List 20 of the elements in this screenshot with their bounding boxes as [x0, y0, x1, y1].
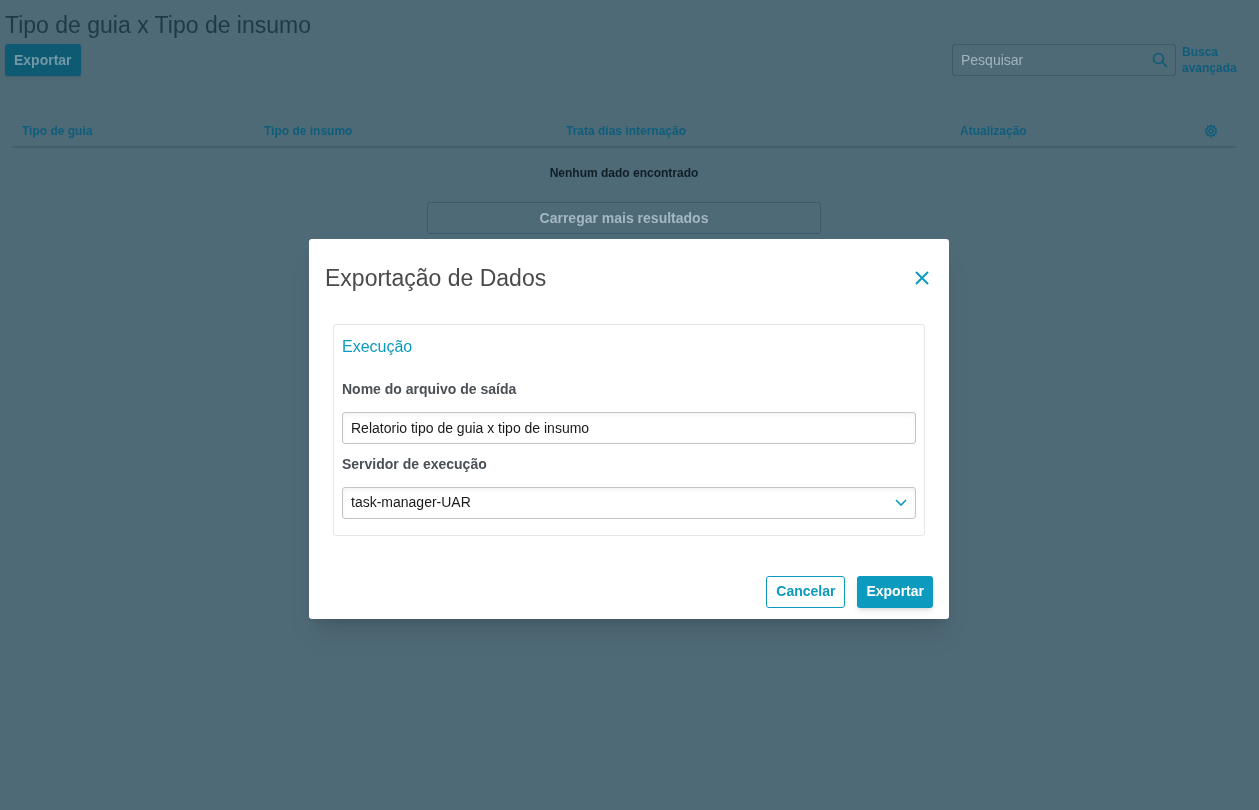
- column-header[interactable]: Atualização: [960, 122, 1200, 140]
- column-header[interactable]: Tipo de insumo: [264, 122, 566, 140]
- cancel-button[interactable]: Cancelar: [766, 575, 846, 608]
- text-field[interactable]: Relatorio tipo de guia x tipo de insumo: [342, 411, 916, 444]
- column-header[interactable]: Tipo de guia: [12, 122, 264, 140]
- select-field[interactable]: task-manager-UAR: [342, 486, 916, 519]
- export-button[interactable]: Exportar: [857, 575, 933, 608]
- export-button[interactable]: Exportar: [5, 44, 81, 76]
- advanced-search-link[interactable]: Busca avançada: [1182, 44, 1238, 76]
- close-button[interactable]: [915, 271, 929, 286]
- empty-message: Nenhum dado encontrado: [549, 165, 699, 182]
- column-header[interactable]: Trata dias internação: [566, 122, 960, 140]
- section-title: Execução: [342, 336, 414, 357]
- select-value: task-manager-UAR: [351, 493, 471, 512]
- load-more-button[interactable]: Carregar mais resultados: [427, 202, 821, 234]
- field-label: Servidor de execução: [342, 454, 488, 474]
- dialog-title: Exportação de Dados: [325, 264, 547, 293]
- chevron-down-icon[interactable]: [895, 498, 907, 507]
- field-label: Nome do arquivo de saída: [342, 379, 518, 399]
- search-field[interactable]: Pesquisar: [952, 44, 1176, 76]
